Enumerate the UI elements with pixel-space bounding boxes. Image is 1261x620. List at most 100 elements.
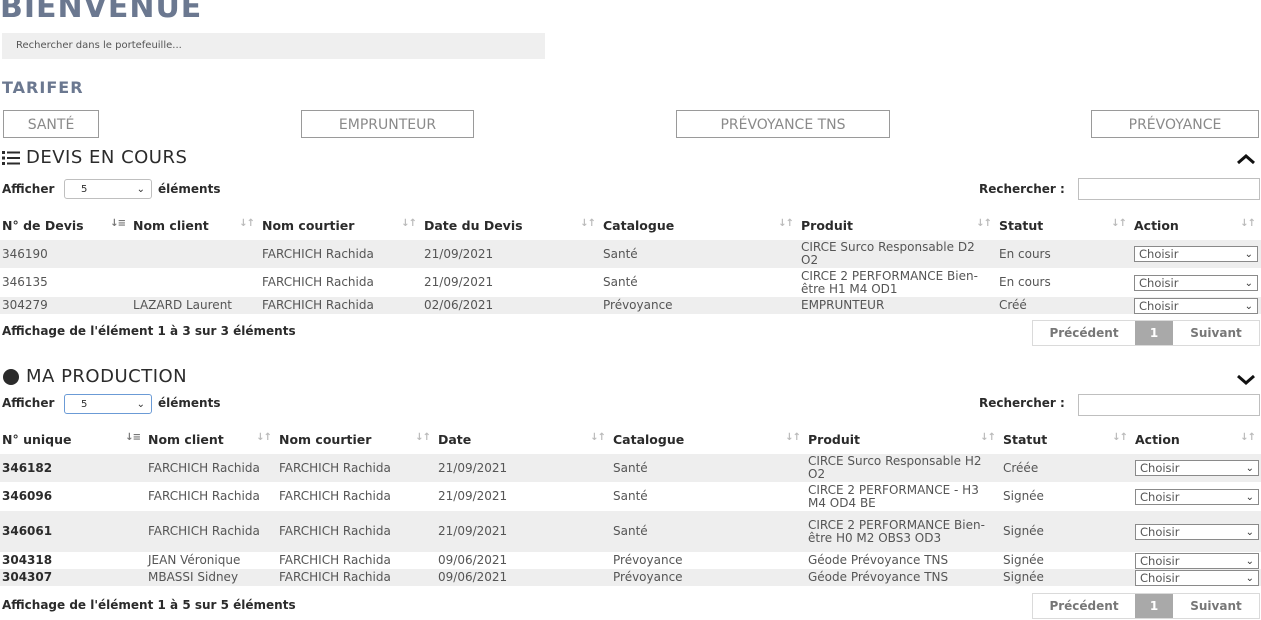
table-row[interactable]: 346061 FARCHICH Rachida FARCHICH Rachida… (0, 511, 1261, 552)
production-page-size-select[interactable]: 5 ⌄ (64, 394, 152, 414)
col-produit[interactable]: Produit ↓↑ (806, 424, 1001, 454)
col-num-devis[interactable]: N° de Devis ↓≡ (0, 210, 131, 240)
cell-num: 346135 (2, 275, 48, 289)
devis-elements-label: éléments (158, 182, 221, 196)
col-nom-client[interactable]: Nom client ↓↑ (131, 210, 260, 240)
devis-search-input[interactable] (1078, 178, 1260, 200)
cell-action: Choisir ⌄ (1133, 511, 1261, 552)
portfolio-search-input[interactable]: Rechercher dans le portefeuille... (2, 33, 545, 59)
sort-icon: ↓↑ (980, 432, 996, 443)
table-row[interactable]: 304279 LAZARD Laurent FARCHICH Rachida 0… (0, 297, 1261, 314)
cell-client: JEAN Véronique (148, 553, 241, 567)
cell-courtier: FARCHICH Rachida (262, 275, 374, 289)
cell-num: 304307 (0, 569, 146, 586)
col-date-devis[interactable]: Date du Devis ↓↑ (422, 210, 601, 240)
action-select[interactable]: Choisir ⌄ (1134, 297, 1258, 314)
cell-courtier: FARCHICH Rachida (277, 454, 436, 482)
col-nom-courtier[interactable]: Nom courtier ↓↑ (277, 424, 436, 454)
cell-client: LAZARD Laurent (131, 297, 260, 314)
table-row[interactable]: 304318 JEAN Véronique FARCHICH Rachida 0… (0, 552, 1261, 569)
cell-action: Choisir ⌄ (1133, 569, 1261, 586)
production-search-label: Rechercher : (979, 396, 1065, 410)
tarifer-prevoyance-tns-button[interactable]: PRÉVOYANCE TNS (676, 110, 890, 138)
chevron-down-icon: ⌄ (136, 399, 145, 410)
col-action[interactable]: Action ↓↑ (1132, 210, 1261, 240)
tarifer-title: TARIFER (2, 78, 84, 97)
previous-page-button[interactable]: Précédent (1033, 594, 1135, 618)
col-num-unique[interactable]: N° unique ↓≡ (0, 424, 146, 454)
action-select[interactable]: Choisir ⌄ (1134, 246, 1258, 262)
col-statut[interactable]: Statut ↓↑ (997, 210, 1132, 240)
table-row[interactable]: 346190 FARCHICH Rachida 21/09/2021 Santé… (0, 240, 1261, 268)
col-statut[interactable]: Statut ↓↑ (1001, 424, 1133, 454)
next-page-button[interactable]: Suivant (1173, 594, 1259, 618)
chevron-down-icon: ⌄ (1244, 277, 1253, 289)
action-select[interactable]: Choisir ⌄ (1135, 569, 1259, 586)
production-search-input[interactable] (1078, 394, 1260, 416)
col-date[interactable]: Date ↓↑ (436, 424, 611, 454)
col-catalogue[interactable]: Catalogue ↓↑ (601, 210, 799, 240)
circle-icon (3, 368, 19, 385)
sort-icon: ↓≡ (125, 432, 141, 443)
cell-produit: CIRCE 2 PERFORMANCE Bien-être H0 M2 OBS3… (806, 511, 1001, 552)
chevron-down-icon[interactable] (1236, 371, 1256, 390)
action-select[interactable]: Choisir ⌄ (1134, 274, 1258, 291)
action-select[interactable]: Choisir ⌄ (1135, 488, 1259, 505)
table-row[interactable]: 346096 FARCHICH Rachida FARCHICH Rachida… (0, 482, 1261, 511)
page-1-button[interactable]: 1 (1135, 321, 1173, 345)
devis-pagination: Précédent 1 Suivant (1032, 320, 1260, 346)
chevron-up-icon[interactable] (1236, 150, 1256, 169)
cell-action: Choisir ⌄ (1132, 297, 1261, 314)
table-row[interactable]: 346182 FARCHICH Rachida FARCHICH Rachida… (0, 454, 1261, 482)
sort-icon: ↓↑ (239, 218, 255, 229)
action-select[interactable]: Choisir ⌄ (1135, 552, 1259, 569)
devis-page-size-value: 5 (81, 184, 88, 195)
cell-num: 346182 (0, 454, 146, 482)
cell-action: Choisir ⌄ (1133, 482, 1261, 511)
sort-icon: ↓↑ (590, 432, 606, 443)
cell-date: 21/09/2021 (438, 489, 508, 503)
action-select[interactable]: Choisir ⌄ (1135, 460, 1259, 476)
table-row[interactable]: 304307 MBASSI Sidney FARCHICH Rachida 09… (0, 569, 1261, 586)
cell-date: 09/06/2021 (436, 569, 611, 586)
cell-date: 21/09/2021 (422, 240, 601, 268)
cell-statut: Créé (997, 297, 1132, 314)
next-page-button[interactable]: Suivant (1173, 321, 1259, 345)
cell-produit: EMPRUNTEUR (799, 297, 997, 314)
devis-table-info: Affichage de l'élément 1 à 3 sur 3 éléme… (2, 324, 296, 338)
action-select[interactable]: Choisir ⌄ (1135, 523, 1259, 540)
cell-statut: En cours (997, 240, 1132, 268)
chevron-down-icon: ⌄ (1244, 249, 1253, 260)
cell-num: 346190 (0, 240, 131, 268)
chevron-down-icon: ⌄ (136, 184, 145, 195)
cell-statut: En cours (999, 275, 1051, 289)
col-catalogue[interactable]: Catalogue ↓↑ (611, 424, 806, 454)
cell-catalogue: Prévoyance (611, 569, 806, 586)
devis-page-size-select[interactable]: 5 ⌄ (64, 179, 152, 199)
tarifer-emprunteur-button[interactable]: EMPRUNTEUR (301, 110, 474, 138)
chevron-down-icon: ⌄ (1244, 300, 1253, 312)
cell-statut: Signée (1003, 553, 1044, 567)
cell-num: 304318 (2, 553, 53, 567)
table-row[interactable]: 346135 FARCHICH Rachida 21/09/2021 Santé… (0, 268, 1261, 297)
cell-date: 02/06/2021 (422, 297, 601, 314)
page-1-button[interactable]: 1 (1135, 594, 1173, 618)
cell-courtier: FARCHICH Rachida (260, 240, 422, 268)
tarifer-sante-button[interactable]: SANTÉ (3, 110, 99, 138)
chevron-down-icon: ⌄ (1245, 491, 1254, 503)
table-header-row: N° de Devis ↓≡ Nom client ↓↑ Nom courtier ↓… (0, 210, 1261, 240)
chevron-down-icon: ⌄ (1245, 572, 1254, 584)
col-produit[interactable]: Produit ↓↑ (799, 210, 997, 240)
tarifer-prevoyance-button[interactable]: PRÉVOYANCE (1091, 110, 1259, 138)
col-action[interactable]: Action ↓↑ (1133, 424, 1261, 454)
previous-page-button[interactable]: Précédent (1033, 321, 1135, 345)
cell-catalogue: Santé (611, 454, 806, 482)
page-title: BIENVENUE (0, 0, 203, 25)
col-nom-client[interactable]: Nom client ↓↑ (146, 424, 277, 454)
cell-courtier: FARCHICH Rachida (279, 489, 391, 503)
col-nom-courtier[interactable]: Nom courtier ↓↑ (260, 210, 422, 240)
cell-courtier: FARCHICH Rachida (260, 297, 422, 314)
cell-client: FARCHICH Rachida (146, 511, 277, 552)
production-table-info: Affichage de l'élément 1 à 5 sur 5 éléme… (2, 598, 296, 612)
cell-statut: Créée (1001, 454, 1133, 482)
